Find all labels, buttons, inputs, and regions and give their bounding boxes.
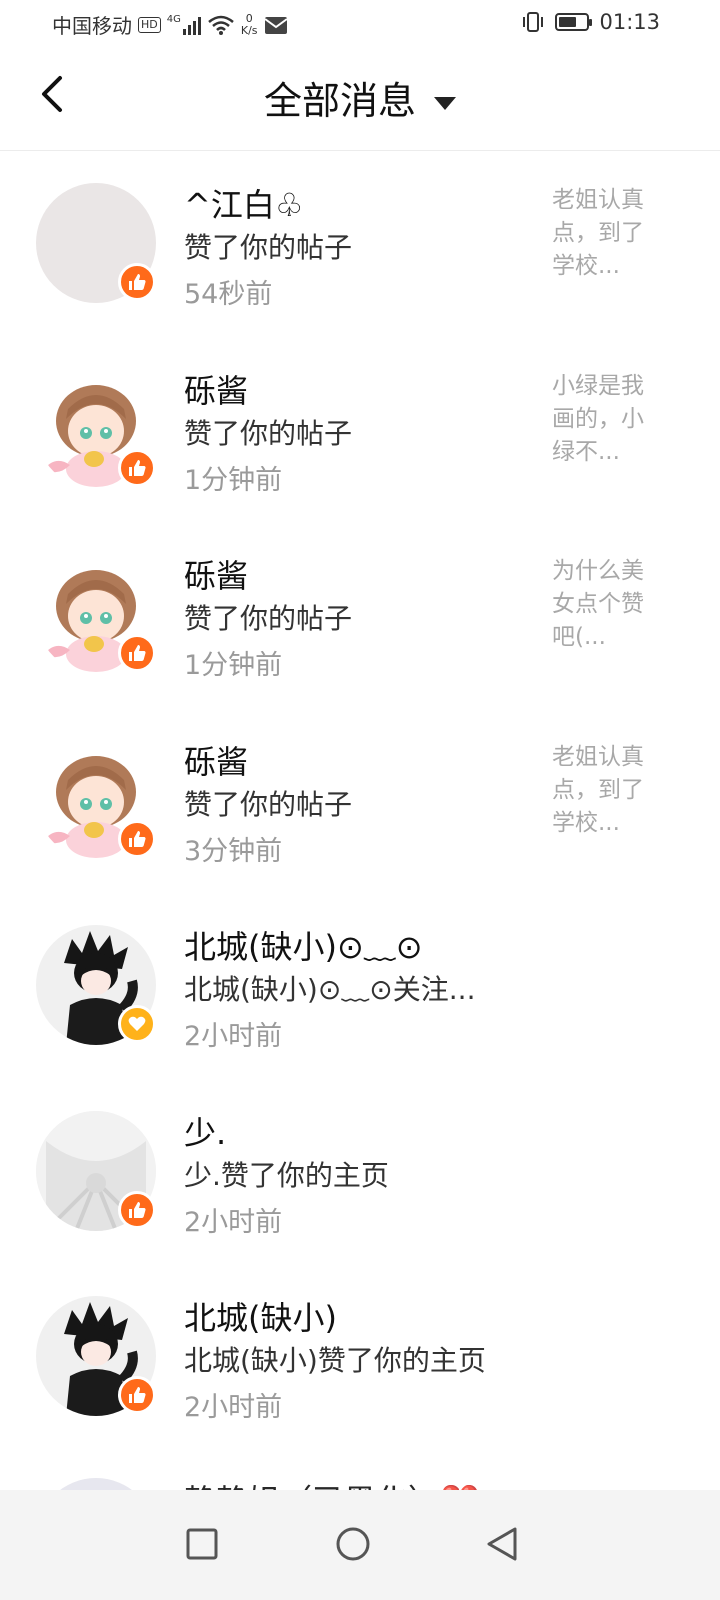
message-time: 54秒前 (184, 279, 273, 310)
sender-name: 砾酱 (184, 371, 249, 410)
sender-name: 砾酱 (184, 557, 249, 595)
post-preview[interactable]: 老姐认真点，到了学校... (552, 741, 664, 840)
message-time: 2小时前 (184, 1021, 283, 1052)
net-speed-value: 0 (245, 11, 253, 25)
sender-name: 北城(缺小) (184, 1299, 337, 1337)
follow-badge-icon (118, 1005, 156, 1043)
notification-icon (263, 16, 288, 34)
status-bar: 中国移动 HD 4G 0 K/s 01:13 (0, 0, 720, 46)
status-right: 01:13 (521, 10, 660, 34)
message-action: 赞了你的帖子 (184, 416, 353, 450)
circle-icon (336, 1527, 370, 1561)
message-action: 赞了你的帖子 (184, 602, 353, 635)
status-left: 中国移动 HD 4G 0 K/s (52, 10, 288, 39)
message-action: 北城(缺小)赞了你的主页 (184, 1344, 486, 1377)
like-badge-icon (118, 263, 156, 301)
dropdown-caret-icon (434, 97, 456, 110)
back-nav-button[interactable] (470, 1512, 534, 1576)
message-filter-dropdown[interactable]: 全部消息 (0, 70, 720, 125)
battery-icon (555, 13, 593, 31)
message-item[interactable]: 少. 少.赞了你的主页 2小时前 (0, 1078, 720, 1264)
message-time: 2小时前 (184, 1392, 283, 1423)
message-time: 2小时前 (184, 1206, 283, 1238)
recents-button[interactable] (170, 1512, 234, 1576)
like-badge-icon (118, 819, 156, 858)
message-item[interactable]: 砾酱 赞了你的帖子 3分钟前 老姐认真点，到了学校... (0, 707, 720, 893)
message-action: 赞了你的帖子 (184, 787, 353, 821)
like-badge-icon (118, 1190, 156, 1229)
system-nav-bar (0, 1490, 720, 1600)
sender-name: ^江白♧ (184, 186, 304, 224)
net-speed: 0 K/s (240, 11, 258, 37)
clock: 01:13 (599, 10, 660, 34)
message-action: 赞了你的帖子 (184, 231, 353, 264)
header: 全部消息 (0, 46, 720, 151)
message-item[interactable]: 北城(缺小)⊙﹏⊙ 北城(缺小)⊙﹏⊙关注... 2小时前 (0, 892, 720, 1078)
sender-name: 少. (184, 1113, 227, 1152)
message-item[interactable]: 砾酱 赞了你的帖子 1分钟前 为什么美女点个赞吧(... (0, 521, 720, 707)
message-item[interactable]: 砾酱 赞了你的帖子 1分钟前 小绿是我画的，小绿不... (0, 336, 720, 522)
home-button[interactable] (321, 1512, 385, 1576)
like-badge-icon (118, 448, 156, 487)
message-item[interactable]: 北城(缺小) 北城(缺小)赞了你的主页 2小时前 (0, 1263, 720, 1449)
message-time: 3分钟前 (184, 835, 283, 867)
message-action: 少.赞了你的主页 (184, 1158, 389, 1192)
message-time: 1分钟前 (184, 650, 283, 681)
message-list: ^江白♧ 赞了你的帖子 54秒前 老姐认真点，到了学校... 砾酱 赞了你的帖子… (0, 150, 720, 1449)
network-type: 4G (166, 13, 181, 25)
post-preview[interactable]: 小绿是我画的，小绿不... (552, 370, 664, 469)
sender-name: 砾酱 (184, 742, 249, 781)
square-icon (186, 1528, 218, 1560)
page-title: 全部消息 (263, 79, 416, 123)
message-time: 1分钟前 (184, 464, 283, 496)
like-badge-icon (118, 1376, 156, 1414)
vibrate-icon (523, 12, 544, 32)
hd-badge: HD (138, 16, 161, 33)
post-preview[interactable]: 为什么美女点个赞吧(... (552, 555, 664, 654)
signal-icon: 4G (166, 13, 201, 35)
sender-name: 北城(缺小)⊙﹏⊙ (184, 928, 423, 966)
like-badge-icon (118, 634, 156, 672)
message-action: 北城(缺小)⊙﹏⊙关注... (184, 973, 476, 1006)
post-preview[interactable]: 老姐认真点，到了学校... (552, 184, 664, 283)
wifi-icon (208, 15, 234, 35)
message-item[interactable]: ^江白♧ 赞了你的帖子 54秒前 老姐认真点，到了学校... (0, 150, 720, 336)
carrier-label: 中国移动 (52, 14, 132, 38)
net-speed-unit: K/s (240, 23, 258, 37)
triangle-back-icon (487, 1527, 517, 1561)
